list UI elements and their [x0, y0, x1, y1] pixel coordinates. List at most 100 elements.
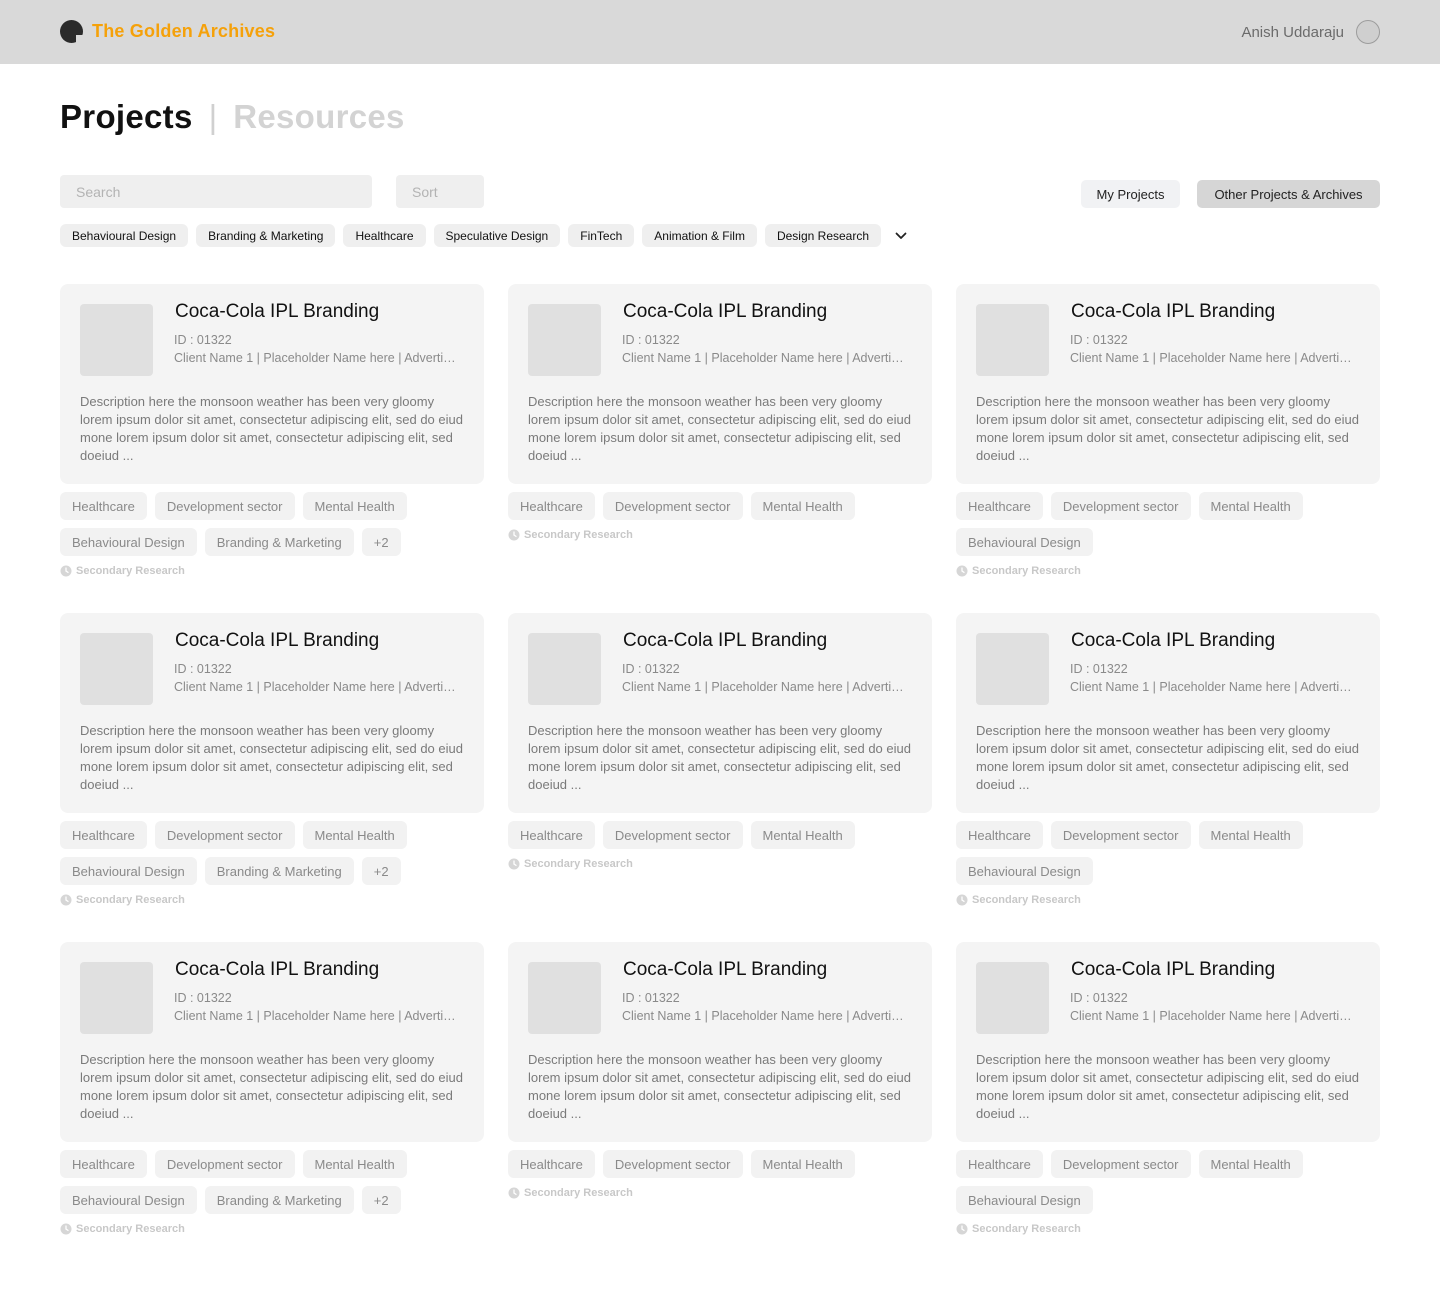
- project-meta: Secondary Research: [60, 565, 484, 577]
- tag-chip[interactable]: Development sector: [602, 821, 743, 849]
- project-meta: Secondary Research: [956, 894, 1380, 906]
- project-client: Client Name 1 | Placeholder Name here | …: [174, 351, 459, 365]
- project-id: ID : 01322: [622, 991, 680, 1005]
- tag-chip[interactable]: Development sector: [602, 1150, 743, 1178]
- project-thumbnail: [528, 633, 601, 705]
- user-menu[interactable]: Anish Uddaraju: [1241, 20, 1380, 44]
- project-card[interactable]: Coca-Cola IPL Branding ID : 01322 Client…: [508, 284, 932, 484]
- tag-chip[interactable]: Mental Health: [302, 1150, 407, 1178]
- filter-chip-branding-marketing[interactable]: Branding & Marketing: [196, 224, 336, 247]
- tag-chip[interactable]: Behavioural Design: [956, 1186, 1093, 1214]
- filter-chip-healthcare[interactable]: Healthcare: [343, 224, 426, 247]
- tag-chip[interactable]: Development sector: [154, 821, 295, 849]
- project-client: Client Name 1 | Placeholder Name here | …: [1070, 680, 1355, 694]
- tag-chip[interactable]: Development sector: [1050, 1150, 1191, 1178]
- project-card-block: Coca-Cola IPL Branding ID : 01322 Client…: [956, 284, 1380, 577]
- tab-projects[interactable]: Projects: [60, 98, 193, 136]
- tag-chip[interactable]: Healthcare: [508, 821, 595, 849]
- project-meta: Secondary Research: [60, 1223, 484, 1235]
- project-meta: Secondary Research: [956, 565, 1380, 577]
- project-thumbnail: [80, 962, 153, 1034]
- avatar[interactable]: [1356, 20, 1380, 44]
- project-card-block: Coca-Cola IPL Branding ID : 01322 Client…: [956, 613, 1380, 906]
- project-card[interactable]: Coca-Cola IPL Branding ID : 01322 Client…: [956, 942, 1380, 1142]
- tag-chip[interactable]: Mental Health: [750, 492, 855, 520]
- tag-chip[interactable]: Development sector: [154, 492, 295, 520]
- project-thumbnail: [976, 962, 1049, 1034]
- project-thumbnail: [80, 633, 153, 705]
- filter-chip-design-research[interactable]: Design Research: [764, 224, 882, 247]
- filter-chip-fintech[interactable]: FinTech: [568, 224, 635, 247]
- tag-chip[interactable]: Mental Health: [302, 492, 407, 520]
- tag-chip[interactable]: Branding & Marketing: [204, 1186, 354, 1214]
- project-thumbnail: [80, 304, 153, 376]
- tag-chip[interactable]: Mental Health: [1198, 1150, 1303, 1178]
- project-tags: Healthcare Development sector Mental Healt…: [508, 821, 932, 849]
- tag-chip[interactable]: Mental Health: [302, 821, 407, 849]
- tag-chip[interactable]: Mental Health: [1198, 492, 1303, 520]
- tag-chip[interactable]: Mental Health: [750, 1150, 855, 1178]
- tag-chip[interactable]: Behavioural Design: [956, 857, 1093, 885]
- research-type: Secondary Research: [76, 894, 185, 906]
- tag-chip[interactable]: Mental Health: [750, 821, 855, 849]
- tag-chip[interactable]: Healthcare: [956, 1150, 1043, 1178]
- tag-chip[interactable]: Branding & Marketing: [204, 857, 354, 885]
- project-description: Description here the monsoon weather has…: [80, 394, 463, 463]
- search-input[interactable]: [60, 175, 372, 208]
- filter-chips: Behavioural Design Branding & Marketing …: [60, 224, 911, 247]
- logo-icon: [60, 20, 83, 43]
- tag-chip[interactable]: Healthcare: [508, 492, 595, 520]
- project-card[interactable]: Coca-Cola IPL Branding ID : 01322 Client…: [956, 613, 1380, 813]
- project-card-block: Coca-Cola IPL Branding ID : 01322 Client…: [60, 284, 484, 577]
- clock-icon: [956, 894, 968, 906]
- tab-resources[interactable]: Resources: [233, 98, 404, 136]
- tag-chip[interactable]: +2: [361, 1186, 401, 1214]
- tag-chip[interactable]: Healthcare: [956, 821, 1043, 849]
- tag-chip[interactable]: Healthcare: [60, 821, 147, 849]
- tag-chip[interactable]: Behavioural Design: [60, 857, 197, 885]
- brand-name: The Golden Archives: [92, 21, 276, 41]
- project-card[interactable]: Coca-Cola IPL Branding ID : 01322 Client…: [508, 613, 932, 813]
- project-client: Client Name 1 | Placeholder Name here | …: [1070, 1009, 1355, 1023]
- project-id: ID : 01322: [622, 662, 680, 676]
- clock-icon: [60, 565, 72, 577]
- tag-chip[interactable]: +2: [361, 857, 401, 885]
- filter-chip-animation-film[interactable]: Animation & Film: [642, 224, 757, 247]
- project-client: Client Name 1 | Placeholder Name here | …: [1070, 351, 1355, 365]
- tag-chip[interactable]: Branding & Marketing: [204, 528, 354, 556]
- my-projects-button[interactable]: My Projects: [1081, 180, 1180, 208]
- brand[interactable]: The Golden Archives: [60, 20, 275, 43]
- tag-chip[interactable]: +2: [361, 528, 401, 556]
- project-title: Coca-Cola IPL Branding: [1071, 630, 1276, 651]
- project-meta: Secondary Research: [508, 1187, 932, 1199]
- project-card[interactable]: Coca-Cola IPL Branding ID : 01322 Client…: [60, 613, 484, 813]
- project-card[interactable]: Coca-Cola IPL Branding ID : 01322 Client…: [60, 284, 484, 484]
- tag-chip[interactable]: Behavioural Design: [956, 528, 1093, 556]
- clock-icon: [508, 858, 520, 870]
- tag-chip[interactable]: Development sector: [1050, 821, 1191, 849]
- chevron-down-icon[interactable]: [891, 226, 911, 246]
- project-id: ID : 01322: [622, 333, 680, 347]
- tag-chip[interactable]: Behavioural Design: [60, 528, 197, 556]
- filter-chip-behavioural-design[interactable]: Behavioural Design: [60, 224, 189, 247]
- project-card[interactable]: Coca-Cola IPL Branding ID : 01322 Client…: [508, 942, 932, 1142]
- project-card[interactable]: Coca-Cola IPL Branding ID : 01322 Client…: [60, 942, 484, 1142]
- tag-chip[interactable]: Development sector: [602, 492, 743, 520]
- tag-chip[interactable]: Healthcare: [508, 1150, 595, 1178]
- project-title: Coca-Cola IPL Branding: [623, 630, 828, 651]
- tag-chip[interactable]: Development sector: [154, 1150, 295, 1178]
- sort-dropdown[interactable]: Sort: [396, 175, 484, 208]
- project-id: ID : 01322: [1070, 991, 1128, 1005]
- tag-chip[interactable]: Healthcare: [956, 492, 1043, 520]
- project-card[interactable]: Coca-Cola IPL Branding ID : 01322 Client…: [956, 284, 1380, 484]
- filter-chip-speculative-design[interactable]: Speculative Design: [433, 224, 561, 247]
- other-projects-button[interactable]: Other Projects & Archives: [1197, 180, 1380, 208]
- tag-chip[interactable]: Mental Health: [1198, 821, 1303, 849]
- tag-chip[interactable]: Healthcare: [60, 1150, 147, 1178]
- project-client: Client Name 1 | Placeholder Name here | …: [174, 680, 459, 694]
- tag-chip[interactable]: Healthcare: [60, 492, 147, 520]
- tab-separator: |: [208, 98, 218, 135]
- tag-chip[interactable]: Development sector: [1050, 492, 1191, 520]
- tag-chip[interactable]: Behavioural Design: [60, 1186, 197, 1214]
- project-description: Description here the monsoon weather has…: [528, 723, 911, 792]
